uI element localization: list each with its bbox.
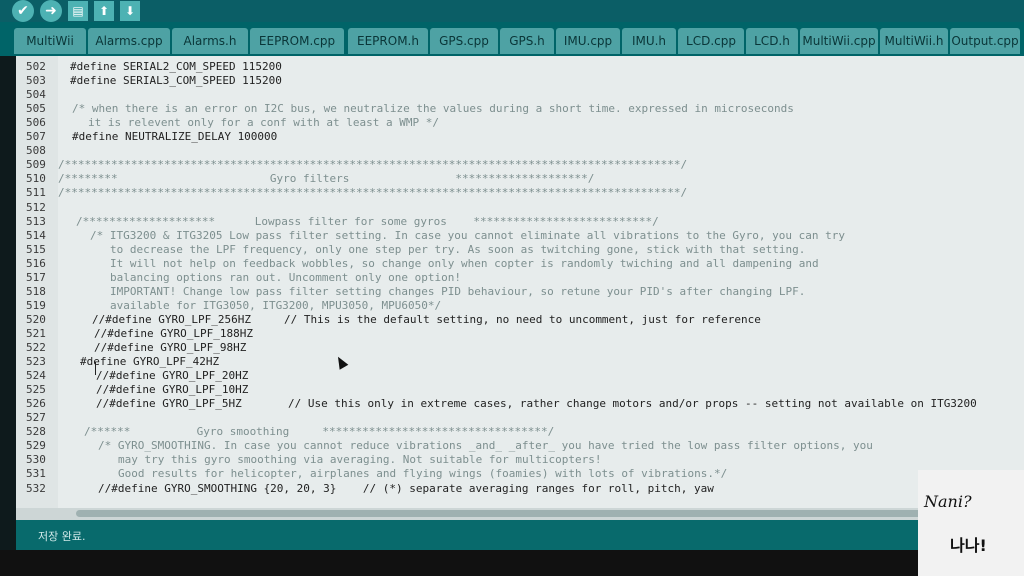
checkmark-icon: ✔ [17, 3, 29, 19]
tab-lcd-h[interactable]: LCD.h [746, 28, 798, 54]
code-text: it is relevent only for a conf with at l… [88, 116, 439, 130]
line-number: 503 [26, 74, 46, 88]
code-text: #define SERIAL3_COM_SPEED 115200 [70, 74, 282, 88]
toolbar: ✔ ➜ ▤ ⬆ ⬇ [0, 0, 1024, 22]
code-text: #define GYRO_LPF_42HZ [80, 355, 220, 369]
tab-multiwii[interactable]: MultiWii [14, 28, 86, 54]
code-text: may try this gyro smoothing via averagin… [118, 453, 602, 467]
tab-imu-h[interactable]: IMU.h [622, 28, 676, 54]
code-text: to decrease the LPF frequency, only one … [110, 242, 806, 256]
line-number: 507 [26, 130, 46, 144]
line-number: 524 [26, 369, 46, 383]
code-text: /******************** Lowpass filter for… [76, 214, 659, 228]
tab-imu-cpp[interactable]: IMU.cpp [556, 28, 620, 54]
code-text: available for ITG3050, ITG3200, MPU3050,… [110, 298, 442, 312]
line-number: 525 [26, 383, 46, 397]
code-text: //#define GYRO_LPF_20HZ [96, 369, 249, 383]
line-number: 514 [26, 228, 46, 242]
code-editor[interactable]: 502 #define SERIAL2_COM_SPEED 115200 503 #d… [16, 56, 1024, 508]
tab-gps-cpp[interactable]: GPS.cpp [430, 28, 498, 54]
verify-button[interactable]: ✔ [12, 0, 34, 22]
upload-button[interactable]: ➜ [40, 0, 62, 22]
watermark-line2: 나나! [950, 536, 987, 555]
line-number: 522 [26, 341, 46, 354]
line-number: 506 [26, 116, 46, 130]
line-number: 529 [26, 439, 46, 453]
code-text: IMPORTANT! Change low pass filter settin… [110, 284, 806, 298]
line-number: 519 [26, 298, 46, 312]
status-bar: 저장 완료. [16, 520, 1024, 550]
line-number: 520 [26, 312, 46, 326]
code-text: /* GYRO_SMOOTHING. In case you cannot re… [98, 439, 873, 453]
tab-multiwii-h[interactable]: MultiWii.h [880, 28, 948, 54]
line-number: 532 [26, 481, 46, 495]
line-number: 505 [26, 102, 46, 116]
line-number: 530 [26, 453, 46, 467]
open-button[interactable]: ⬆ [94, 1, 114, 21]
line-number: 527 [26, 411, 46, 425]
tab-output-cpp[interactable]: Output.cpp [950, 28, 1020, 54]
tab-gps-h[interactable]: GPS.h [500, 28, 554, 54]
tab-multiwii-cpp[interactable]: MultiWii.cpp [800, 28, 878, 54]
line-number: 510 [26, 172, 46, 186]
arrow-right-icon: ➜ [45, 3, 57, 19]
horizontal-scrollbar[interactable] [16, 508, 1024, 520]
line-number: 515 [26, 242, 46, 256]
line-number: 523 [26, 355, 46, 369]
tab-alarms-h[interactable]: Alarms.h [172, 28, 248, 54]
line-number: 513 [26, 214, 46, 228]
new-button[interactable]: ▤ [68, 1, 88, 21]
code-text: //#define GYRO_LPF_188HZ [94, 326, 253, 340]
line-number: 517 [26, 270, 46, 284]
code-text: //#define GYRO_LPF_256HZ // This is the … [92, 312, 761, 326]
code-text: /***************************************… [58, 158, 688, 172]
console-area [0, 550, 1024, 576]
line-number: 509 [26, 158, 46, 172]
line-number: 528 [26, 425, 46, 439]
tab-lcd-cpp[interactable]: LCD.cpp [678, 28, 744, 54]
arrow-down-icon: ⬇ [124, 4, 136, 18]
code-text: //#define GYRO_LPF_10HZ [96, 383, 249, 397]
code-text: /***************************************… [58, 186, 688, 200]
line-number: 508 [26, 144, 46, 158]
code-text: balancing options ran out. Uncomment onl… [110, 270, 461, 284]
line-number: 518 [26, 284, 46, 298]
code-text: It will not help on feedback wobbles, so… [110, 256, 819, 270]
watermark-line1: Nani? [924, 492, 972, 511]
code-text: /******** Gyro filters *****************… [58, 172, 595, 186]
line-number: 504 [26, 88, 46, 102]
code-text: /****** Gyro smoothing *****************… [84, 425, 555, 439]
code-text: /* when there is an error on I2C bus, we… [72, 102, 794, 116]
mouse-pointer-icon [333, 354, 349, 370]
scrollbar-thumb[interactable] [76, 510, 1016, 517]
code-text: /* ITG3200 & ITG3205 Low pass filter set… [90, 228, 845, 242]
text-caret [95, 362, 96, 375]
tab-bar: MultiWii Alarms.cpp Alarms.h EEPROM.cpp … [0, 22, 1024, 56]
line-number: 502 [26, 60, 46, 73]
save-button[interactable]: ⬇ [120, 1, 140, 21]
code-text: Good results for helicopter, airplanes a… [118, 467, 728, 481]
code-text: //#define GYRO_LPF_98HZ [94, 341, 247, 354]
arrow-up-icon: ⬆ [98, 4, 110, 18]
line-number: 521 [26, 326, 46, 340]
line-number: 531 [26, 467, 46, 481]
document-icon: ▤ [72, 4, 84, 18]
line-number: 511 [26, 186, 46, 200]
code-text: //#define GYRO_SMOOTHING {20, 20, 3} // … [98, 481, 714, 495]
code-text: #define NEUTRALIZE_DELAY 100000 [72, 130, 278, 144]
line-number: 512 [26, 200, 46, 214]
line-number: 526 [26, 397, 46, 411]
code-text: #define SERIAL2_COM_SPEED 115200 [70, 60, 282, 73]
tab-alarms-cpp[interactable]: Alarms.cpp [88, 28, 170, 54]
tab-eeprom-h[interactable]: EEPROM.h [348, 28, 428, 54]
code-text: //#define GYRO_LPF_5HZ // Use this only … [96, 397, 977, 411]
watermark: Nani? 나나! [918, 470, 1024, 576]
status-message: 저장 완료. [38, 530, 86, 543]
tab-eeprom-cpp[interactable]: EEPROM.cpp [250, 28, 344, 54]
line-number: 516 [26, 256, 46, 270]
